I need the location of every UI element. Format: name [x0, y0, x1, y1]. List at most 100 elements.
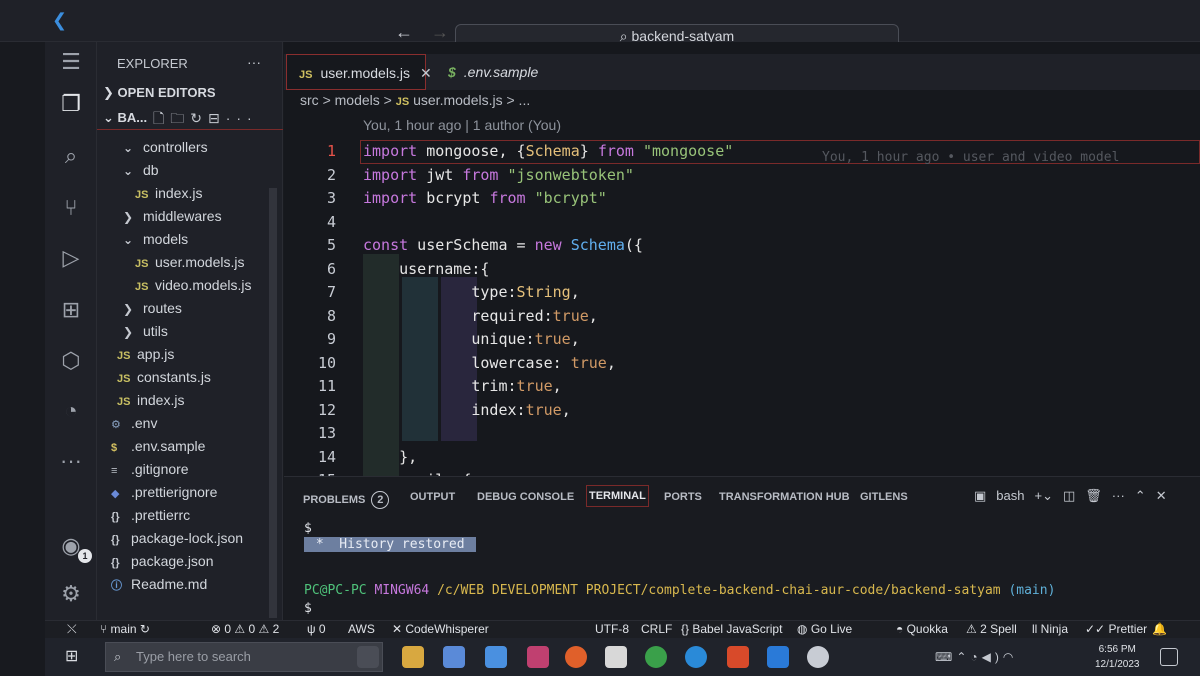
status-quokka[interactable]: ◓ Quokka	[896, 622, 948, 636]
task-view-icon[interactable]	[357, 646, 379, 668]
taskbar-clock[interactable]: 6:56 PM 12/1/2023	[1095, 642, 1140, 672]
wifi-icon[interactable]: ◠	[1003, 650, 1017, 664]
app-icon[interactable]	[807, 646, 829, 668]
more-icon[interactable]: ···	[57, 447, 85, 475]
more-icon[interactable]: ···	[1112, 488, 1125, 503]
menu-icon[interactable]: ☰	[57, 48, 85, 76]
vscode-taskbar-icon[interactable]	[767, 646, 789, 668]
code-line[interactable]: 10 lowercase: true,	[284, 352, 1200, 375]
status-golive[interactable]: ◍ Go Live	[797, 622, 852, 636]
tab-terminal[interactable]: TERMINAL	[586, 485, 649, 507]
tab-user-models[interactable]: JS user.models.js ✕	[286, 54, 432, 90]
remote-icon[interactable]: ⤬	[67, 622, 77, 637]
open-editors-section[interactable]: ❯ OPEN EDITORS	[103, 85, 216, 101]
breadcrumb-file[interactable]: user.models.js	[413, 92, 502, 108]
tree-item[interactable]: JS constants.js	[117, 369, 211, 391]
code-line[interactable]: 11 trim:true,	[284, 375, 1200, 398]
tree-item[interactable]: ◆ .prettierignore	[111, 484, 217, 506]
tab-ports[interactable]: PORTS	[664, 491, 702, 503]
notifications-bell-icon[interactable]: 🔔	[1152, 622, 1167, 636]
extensions-icon[interactable]: ⊞	[57, 296, 85, 324]
status-prettier[interactable]: ✓✓ Prettier	[1085, 622, 1147, 636]
tree-item[interactable]: $ .env.sample	[111, 438, 205, 460]
collapse-all-icon[interactable]: ⊟	[208, 110, 226, 126]
terminal-input-line[interactable]: $	[304, 601, 312, 616]
tree-item[interactable]: ❯ routes	[123, 300, 182, 322]
file-explorer-icon[interactable]	[402, 646, 424, 668]
tree-item[interactable]: ≡ .gitignore	[111, 461, 189, 483]
tab-problems[interactable]: PROBLEMS 2	[303, 491, 390, 509]
explorer-more-icon[interactable]: ···	[247, 54, 261, 70]
more-actions-icon[interactable]: ···	[226, 110, 258, 126]
breadcrumb-src[interactable]: src	[300, 92, 319, 108]
notepad-icon[interactable]	[605, 646, 627, 668]
arrow-left-icon[interactable]: ←	[395, 22, 413, 42]
explorer-icon[interactable]: ❐	[57, 90, 85, 118]
network-icon[interactable]: ◔	[970, 650, 981, 664]
media-player-icon[interactable]	[527, 646, 549, 668]
taskbar-search[interactable]: ⌕ Type here to search	[105, 642, 383, 672]
code-line[interactable]: 9 unique:true,	[284, 328, 1200, 351]
workspace-folder-row[interactable]: ⌄ BA... 🗋🗀↻⊟···	[97, 104, 283, 130]
source-control-icon[interactable]: ⑂	[57, 194, 85, 222]
code-line[interactable]: 3 import bcrypt from "bcrypt"	[284, 187, 1200, 210]
codelens-blame[interactable]: You, 1 hour ago | 1 author (You)	[363, 117, 561, 133]
keyboard-icon[interactable]: ⌨	[935, 650, 956, 664]
tab-debug-console[interactable]: DEBUG CONSOLE	[477, 491, 574, 503]
tree-item[interactable]: {} package.json	[111, 553, 214, 575]
code-line[interactable]: 4	[284, 211, 1200, 234]
search-icon[interactable]: ⌕	[57, 142, 85, 170]
office-icon[interactable]	[727, 646, 749, 668]
status-branch[interactable]: ⑂ main ↻	[100, 622, 150, 636]
store-icon[interactable]	[443, 646, 465, 668]
tree-item[interactable]: ❯ utils	[123, 323, 168, 345]
close-panel-icon[interactable]: ✕	[1156, 488, 1167, 503]
new-terminal-icon[interactable]: +⌄	[1035, 488, 1053, 503]
settings-gear-icon[interactable]: ⚙	[57, 580, 85, 608]
codewhisperer-icon[interactable]: ⬡	[57, 347, 85, 375]
breadcrumb-models[interactable]: models	[335, 92, 380, 108]
tree-item[interactable]: JS index.js	[117, 392, 184, 414]
code-line[interactable]: 5 const userSchema = new Schema({	[284, 234, 1200, 257]
status-language[interactable]: {} Babel JavaScript	[681, 622, 782, 636]
tab-gitlens[interactable]: GITLENS	[860, 491, 908, 503]
tree-item[interactable]: ⌄ models	[123, 231, 188, 253]
tree-item[interactable]: JS video.models.js	[135, 277, 252, 299]
status-problems[interactable]: ⊗ 0 ⚠ 0 ⚠ 2	[211, 622, 279, 636]
code-line[interactable]: 2 import jwt from "jsonwebtoken"	[284, 164, 1200, 187]
arrow-right-icon[interactable]: →	[431, 22, 449, 42]
chrome-icon[interactable]	[645, 646, 667, 668]
status-eol[interactable]: CRLF	[641, 622, 672, 636]
tree-item[interactable]: ⚙ .env	[111, 415, 157, 437]
volume-icon[interactable]: ◀)	[982, 650, 1003, 664]
maximize-panel-icon[interactable]: ⌃	[1135, 488, 1146, 503]
tree-item[interactable]: ❯ middlewares	[123, 208, 222, 230]
sidebar-scrollbar[interactable]	[269, 188, 277, 618]
firefox-icon[interactable]	[565, 646, 587, 668]
code-line[interactable]: 12 index:true,	[284, 399, 1200, 422]
edge-icon[interactable]	[685, 646, 707, 668]
tab-env-sample[interactable]: $ .env.sample	[436, 54, 562, 90]
status-ninja[interactable]: ll Ninja	[1032, 622, 1068, 636]
run-debug-icon[interactable]: ▷	[57, 244, 85, 272]
kill-terminal-icon[interactable]: 🗑	[1085, 488, 1102, 503]
code-line[interactable]: 14 },	[284, 446, 1200, 469]
tree-item[interactable]: {} .prettierrc	[111, 507, 190, 529]
mail-icon[interactable]	[485, 646, 507, 668]
tree-item[interactable]: {} package-lock.json	[111, 530, 243, 552]
new-file-icon[interactable]: 🗋	[153, 110, 170, 126]
gitlens-icon[interactable]: ◔	[57, 397, 85, 425]
status-codewhisperer[interactable]: ✕ CodeWhisperer	[392, 622, 489, 636]
new-folder-icon[interactable]: 🗀	[170, 110, 190, 126]
tree-item[interactable]: ⌄ db	[123, 162, 159, 184]
code-line[interactable]: 13	[284, 422, 1200, 445]
status-spell[interactable]: ⚠ 2 Spell	[966, 622, 1017, 636]
code-line[interactable]: 8 required:true,	[284, 305, 1200, 328]
status-ports[interactable]: ψ 0	[307, 622, 326, 636]
tree-item[interactable]: JS index.js	[135, 185, 202, 207]
split-terminal-icon[interactable]: ◫	[1063, 488, 1075, 503]
code-line[interactable]: 7 type:String,	[284, 281, 1200, 304]
tree-item[interactable]: JS app.js	[117, 346, 174, 368]
windows-start-icon[interactable]: ⊞	[65, 646, 85, 666]
status-aws[interactable]: AWS	[348, 622, 375, 636]
